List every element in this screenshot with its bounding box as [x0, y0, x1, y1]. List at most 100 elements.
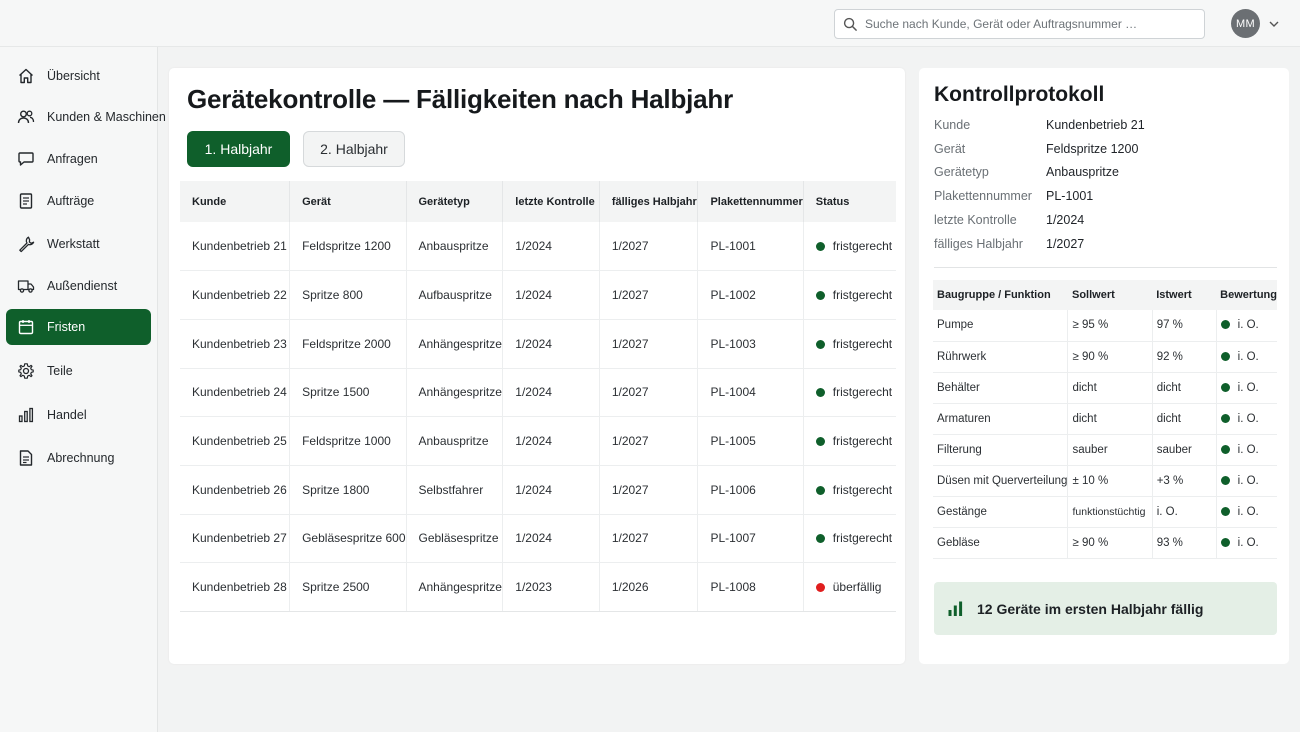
cell-customer: Kundenbetrieb 21 [180, 222, 291, 272]
table-row[interactable]: Kundenbetrieb 23 Feldspritze 2000 Anhäng… [180, 319, 896, 369]
sidebar-item-teile[interactable]: Teile [6, 353, 151, 389]
sidebar-item-aussendienst[interactable]: Außendienst [6, 268, 151, 304]
cell-status: fristgerecht [803, 416, 896, 466]
cell-status: fristgerecht [803, 222, 896, 272]
cell-due-half: 1/2027 [599, 222, 699, 272]
sidebar-item-werkstatt[interactable]: Werkstatt [6, 226, 151, 262]
cell-due-half: 1/2027 [599, 368, 699, 418]
sidebar-item-auftraege[interactable]: Aufträge [6, 183, 151, 219]
field-value: PL-1001 [1046, 189, 1094, 203]
cell-component: Filterung [933, 434, 1069, 466]
status-dot-icon [1220, 537, 1230, 547]
cell-badge-number: PL-1004 [697, 368, 804, 418]
column-header[interactable]: Plakettennummer [697, 181, 804, 222]
cell-rating: i. O. [1216, 341, 1277, 373]
field-value: 1/2024 [1046, 213, 1085, 227]
sidebar-item-abrechnung[interactable]: Abrechnung [6, 440, 151, 476]
cell-actual: 93 % [1152, 527, 1217, 559]
cell-status: fristgerecht [803, 514, 896, 564]
status-text: fristgerecht [832, 336, 893, 351]
field-value: 1/2027 [1046, 237, 1085, 251]
sidebar-item-handel[interactable]: Handel [6, 397, 151, 433]
table-header-row: Kunde Gerät Gerätetyp letzte Kontrolle f… [180, 181, 896, 222]
avatar[interactable]: MM [1231, 9, 1260, 38]
cell-last-check: 1/2024 [502, 514, 600, 564]
status-text: fristgerecht [832, 434, 893, 449]
table-row[interactable]: Kundenbetrieb 27 Gebläsespritze 600 Gebl… [180, 514, 896, 564]
sidebar-item-kunden[interactable]: Kunden & Maschinen [6, 99, 166, 135]
status-dot-icon [815, 291, 825, 301]
table-row[interactable]: Kundenbetrieb 24 Spritze 1500 Anhängespr… [180, 368, 896, 418]
status-dot-icon [815, 388, 825, 398]
tab-first-half[interactable]: 1. Halbjahr [187, 131, 290, 167]
field-value: Feldspritze 1200 [1046, 142, 1139, 156]
sidebar-item-label: Kunden & Maschinen [47, 110, 166, 124]
home-icon [19, 68, 33, 84]
column-header[interactable]: fälliges Halbjahr [599, 181, 699, 222]
sidebar-item-label: Werkstatt [47, 237, 100, 251]
cell-customer: Kundenbetrieb 24 [180, 368, 291, 418]
column-header[interactable]: Status [803, 181, 896, 222]
table-row[interactable]: Kundenbetrieb 21 Feldspritze 1200 Anbaus… [180, 222, 896, 272]
calendar-icon [18, 320, 34, 335]
page-title: Gerätekontrolle — Fälligkeiten nach Halb… [187, 84, 734, 114]
status-dot-icon [1220, 475, 1230, 485]
column-header[interactable]: Kunde [180, 181, 291, 222]
cell-device: Spritze 1500 [289, 368, 407, 418]
rating-text: i. O. [1237, 350, 1259, 363]
field-label: Gerätetyp [934, 165, 989, 179]
column-header: Baugruppe / Funktion [933, 280, 1068, 310]
table-row[interactable]: Kundenbetrieb 25 Feldspritze 1000 Anbaus… [180, 416, 896, 466]
protocol-title: Kontrollprotokoll [934, 83, 1105, 106]
sidebar-item-uebersicht[interactable]: Übersicht [6, 58, 151, 94]
column-header[interactable]: Gerät [289, 181, 407, 222]
field-value: Kundenbetrieb 21 [1046, 118, 1145, 132]
sidebar-item-label: Anfragen [47, 152, 98, 166]
field-label: Gerät [934, 142, 966, 156]
status-dot-icon [1220, 320, 1230, 330]
search-input[interactable] [865, 17, 1195, 31]
cell-rating: i. O. [1216, 372, 1277, 404]
table-row[interactable]: Kundenbetrieb 22 Spritze 800 Aufbausprit… [180, 270, 896, 320]
cell-status: fristgerecht [803, 465, 896, 515]
status-text: fristgerecht [832, 385, 893, 400]
cell-badge-number: PL-1001 [697, 222, 804, 272]
sidebar-item-fristen[interactable]: Fristen [6, 309, 151, 345]
table-row[interactable]: Kundenbetrieb 28 Spritze 2500 Anhängespr… [180, 562, 896, 612]
table-row: Gestänge funktionstüchtig i. O. i. O. [933, 496, 1277, 528]
chevron-down-icon[interactable] [1268, 18, 1280, 30]
truck-icon [17, 280, 35, 293]
table-row[interactable]: Kundenbetrieb 26 Spritze 1800 Selbstfahr… [180, 465, 896, 515]
column-header[interactable]: letzte Kontrolle [502, 181, 600, 222]
cell-rating: i. O. [1216, 310, 1277, 342]
cell-device-type: Aufbauspritze [406, 270, 504, 320]
field-value: Anbauspritze [1046, 165, 1119, 179]
cell-badge-number: PL-1008 [697, 562, 804, 612]
rating-text: i. O. [1237, 505, 1259, 518]
cell-target: funktionstüchtig [1067, 496, 1153, 528]
cell-actual: i. O. [1152, 496, 1217, 528]
cell-actual: 97 % [1152, 310, 1217, 342]
rating-text: i. O. [1237, 443, 1259, 456]
due-summary-banner: 12 Geräte im ersten Halbjahr fällig [934, 582, 1277, 635]
wrench-icon [19, 236, 35, 253]
cell-due-half: 1/2026 [599, 562, 699, 612]
cell-device-type: Anbauspritze [406, 416, 504, 466]
sidebar-item-anfragen[interactable]: Anfragen [6, 141, 151, 177]
search-icon [843, 17, 857, 31]
status-dot-icon [815, 534, 825, 544]
sidebar-item-label: Abrechnung [47, 451, 115, 465]
cell-device: Spritze 1800 [289, 465, 407, 515]
search-box[interactable] [834, 9, 1205, 39]
status-dot-icon [1220, 506, 1230, 516]
tab-second-half[interactable]: 2. Halbjahr [303, 131, 405, 167]
cell-customer: Kundenbetrieb 28 [180, 562, 291, 612]
summary-text: 12 Geräte im ersten Halbjahr fällig [977, 600, 1204, 617]
invoice-icon [19, 450, 33, 466]
rating-text: i. O. [1237, 319, 1259, 332]
cell-device: Feldspritze 1000 [289, 416, 407, 466]
column-header[interactable]: Gerätetyp [406, 181, 504, 222]
cell-due-half: 1/2027 [599, 514, 699, 564]
cell-customer: Kundenbetrieb 25 [180, 416, 291, 466]
status-dot-icon [815, 339, 825, 349]
